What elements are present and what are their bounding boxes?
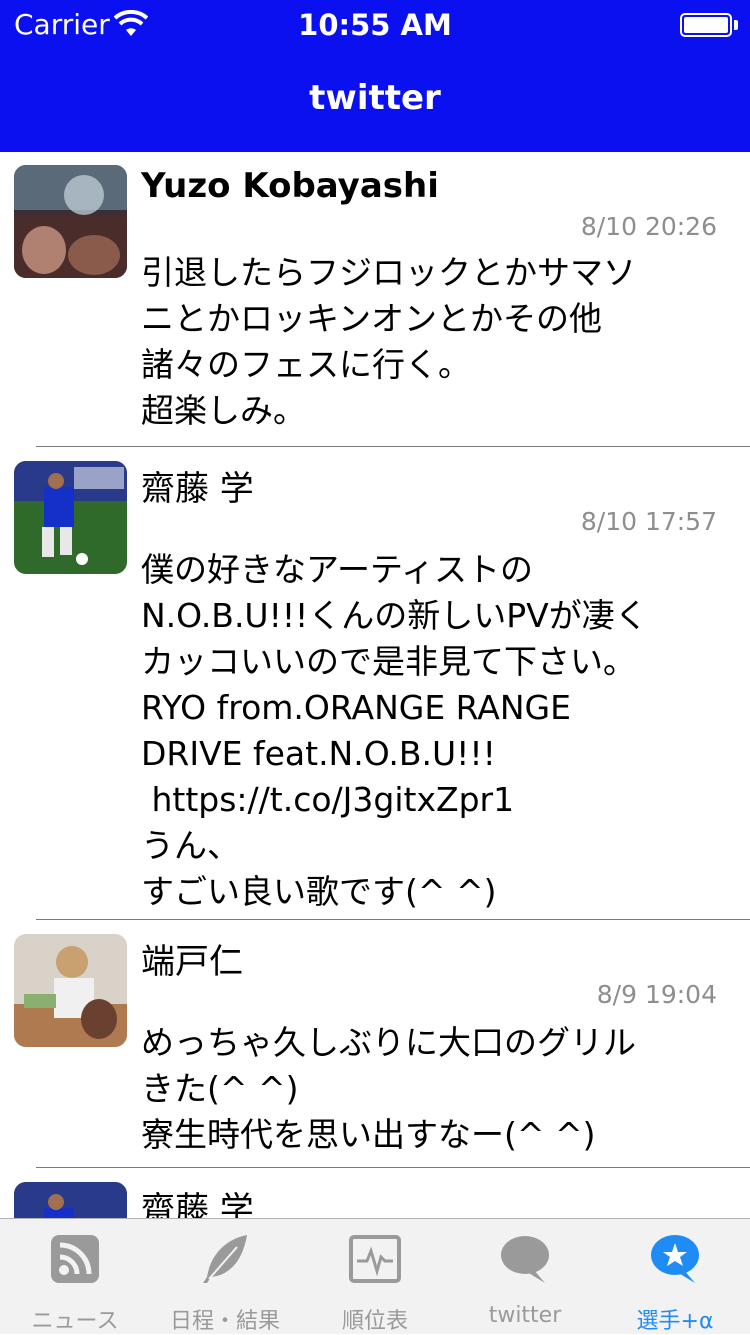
tweet-row[interactable]: 端戸仁 8/9 19:04 めっちゃ久しぶりに大口のグリル きた(^ ^) 寮生… <box>0 920 750 1167</box>
tweet-line: RYO from.ORANGE RANGE <box>141 688 571 727</box>
tweet-line: 諸々のフェスに行く。 <box>141 345 471 384</box>
tweet-line: めっちゃ久しぶりに大口のグリル <box>141 1023 636 1062</box>
status-bar: Carrier 10:55 AM <box>0 0 750 50</box>
tweet-line: 引退したらフジロックとかサマソ <box>141 253 636 292</box>
tweet-line: きた(^ ^) <box>141 1069 299 1108</box>
tweet-text: めっちゃ久しぶりに大口のグリル きた(^ ^) 寮生時代を思い出すなー(^ ^) <box>141 1020 721 1158</box>
tweet-text: 僕の好きなアーティストの N.O.B.U!!!くんの新しいPVが凄く カッコいい… <box>141 547 721 915</box>
tweet-line: すごい良い歌です(^ ^) <box>141 872 497 911</box>
speech-bubble-icon <box>501 1236 549 1283</box>
page-title: twitter <box>309 78 441 118</box>
tab-label: ニュース <box>31 1309 119 1334</box>
tweet-line: 超楽しみ。 <box>141 391 306 430</box>
tweet-link[interactable]: https://t.co/J3gitxZpr1 <box>141 777 721 823</box>
tweet-list[interactable]: Yuzo Kobayashi 8/10 20:26 引退したらフジロックとかサマ… <box>0 152 750 1218</box>
tweet-row[interactable]: 齋藤 学 <box>0 1168 750 1218</box>
tab-twitter[interactable]: twitter <box>450 1219 600 1335</box>
tab-news[interactable]: ニュース <box>0 1219 150 1335</box>
tweet-timestamp: 8/10 20:26 <box>580 212 717 241</box>
tab-bar: ニュース 日程・結果 順位表 twitter 選手+α <box>0 1218 750 1334</box>
tab-label: twitter <box>488 1303 562 1328</box>
tweet-line: ニとかロッキンオンとかその他 <box>141 299 603 338</box>
tab-label: 選手+α <box>636 1309 714 1334</box>
tab-standings[interactable]: 順位表 <box>300 1219 450 1335</box>
tweet-author: 齋藤 学 <box>141 469 254 509</box>
navigation-bar: Carrier 10:55 AM twitter <box>0 0 750 152</box>
tweet-line: うん、 <box>141 826 240 865</box>
rss-icon <box>51 1235 99 1283</box>
feather-icon <box>203 1235 247 1283</box>
tweet-author: 齋藤 学 <box>141 1190 254 1218</box>
tweet-author: Yuzo Kobayashi <box>141 166 439 206</box>
tab-label: 順位表 <box>341 1309 408 1334</box>
status-time: 10:55 AM <box>298 8 452 42</box>
activity-monitor-icon <box>349 1235 401 1283</box>
tweet-row[interactable]: Yuzo Kobayashi 8/10 20:26 引退したらフジロックとかサマ… <box>0 152 750 447</box>
tweet-line: DRIVE feat.N.O.B.U!!! <box>141 734 496 773</box>
tweet-author: 端戸仁 <box>141 942 243 982</box>
avatar[interactable] <box>14 934 127 1047</box>
tab-players[interactable]: 選手+α <box>600 1219 750 1335</box>
tweet-line: N.O.B.U!!!くんの新しいPVが凄く <box>141 596 648 635</box>
avatar[interactable] <box>14 461 127 574</box>
tweet-text: 引退したらフジロックとかサマソ ニとかロッキンオンとかその他 諸々のフェスに行く… <box>141 250 721 434</box>
tweet-timestamp: 8/9 19:04 <box>596 980 717 1009</box>
tab-label: 日程・結果 <box>169 1309 280 1334</box>
battery-tip <box>734 20 738 30</box>
tab-schedule[interactable]: 日程・結果 <box>150 1219 300 1335</box>
star-bubble-icon <box>651 1235 699 1283</box>
battery-icon <box>680 13 732 37</box>
tweet-line: 僕の好きなアーティストの <box>141 550 534 589</box>
tweet-line: 寮生時代を思い出すなー(^ ^) <box>141 1115 596 1154</box>
avatar[interactable] <box>14 165 127 278</box>
tweet-timestamp: 8/10 17:57 <box>580 507 717 536</box>
avatar[interactable] <box>14 1182 127 1218</box>
tweet-row[interactable]: 齋藤 学 8/10 17:57 僕の好きなアーティストの N.O.B.U!!!く… <box>0 447 750 919</box>
tweet-line: カッコいいので是非見て下さい。 <box>141 642 636 681</box>
